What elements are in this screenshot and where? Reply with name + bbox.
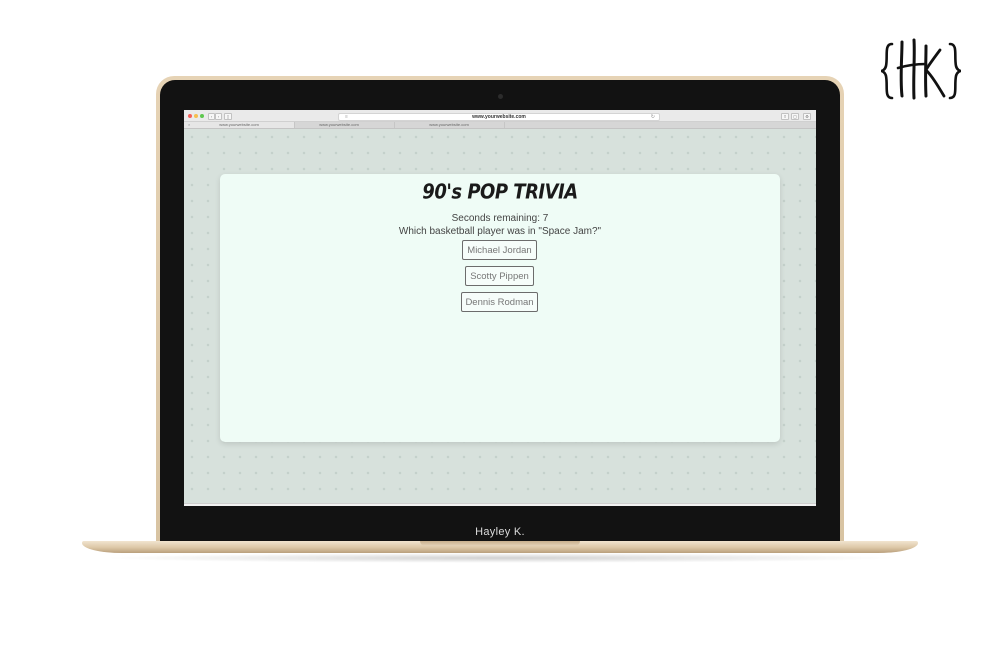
question-text: Which basketball player was in "Space Ja… [398, 226, 602, 237]
signature-logo [880, 34, 962, 106]
page-content: 90's POP TRIVIA Seconds remaining: 7 Whi… [184, 129, 816, 503]
camera-icon [498, 94, 503, 99]
tab-label: www.yourwebsite.com [319, 122, 359, 127]
settings-gear-icon[interactable]: ⚙ [803, 113, 811, 120]
trivia-card: 90's POP TRIVIA Seconds remaining: 7 Whi… [220, 174, 780, 442]
tab-label: www.yourwebsite.com [429, 122, 469, 127]
window-maximize-icon[interactable] [200, 114, 204, 118]
answer-button-michael-jordan[interactable]: Michael Jordan [462, 240, 537, 260]
window-close-icon[interactable] [188, 114, 192, 118]
timer-text: Seconds remaining: 7 [451, 213, 549, 224]
tab-1[interactable]: × www.yourwebsite.com [184, 122, 295, 128]
tabs-overview-icon[interactable]: ▢ [791, 113, 799, 120]
tab-3[interactable]: www.yourwebsite.com [394, 122, 505, 128]
tab-2[interactable]: www.yourwebsite.com [284, 122, 395, 128]
answer-button-dennis-rodman[interactable]: Dennis Rodman [461, 292, 538, 312]
mockup-stage: ‹ › ▯ ≡ www.yourwebsite.com ↻ ⇪ ▢ ⚙ × ww… [0, 0, 1000, 645]
hk-logo-icon [880, 38, 962, 100]
forward-arrow-icon[interactable]: › [215, 113, 222, 120]
address-url: www.yourwebsite.com [472, 114, 526, 120]
laptop-screen: ‹ › ▯ ≡ www.yourwebsite.com ↻ ⇪ ▢ ⚙ × ww… [184, 110, 816, 506]
browser-status-bar [184, 503, 816, 506]
tab-bar: × www.yourwebsite.com www.yourwebsite.co… [184, 122, 816, 129]
page-title: 90's POP TRIVIA [422, 180, 578, 205]
address-bar[interactable]: ≡ www.yourwebsite.com ↻ [338, 113, 660, 121]
window-minimize-icon[interactable] [194, 114, 198, 118]
reload-icon[interactable]: ↻ [651, 113, 655, 121]
laptop-notch [420, 541, 580, 546]
laptop-brand-label: Hayley K. [475, 526, 525, 538]
tab-label: www.yourwebsite.com [219, 122, 259, 127]
laptop-shadow [100, 553, 900, 563]
browser-toolbar: ‹ › ▯ ≡ www.yourwebsite.com ↻ ⇪ ▢ ⚙ [184, 110, 816, 122]
share-icon[interactable]: ⇪ [781, 113, 789, 120]
answer-button-scotty-pippen[interactable]: Scotty Pippen [465, 266, 534, 286]
sidebar-toggle-icon[interactable]: ▯ [224, 113, 232, 120]
tab-close-icon[interactable]: × [188, 122, 190, 128]
back-arrow-icon[interactable]: ‹ [208, 113, 215, 120]
